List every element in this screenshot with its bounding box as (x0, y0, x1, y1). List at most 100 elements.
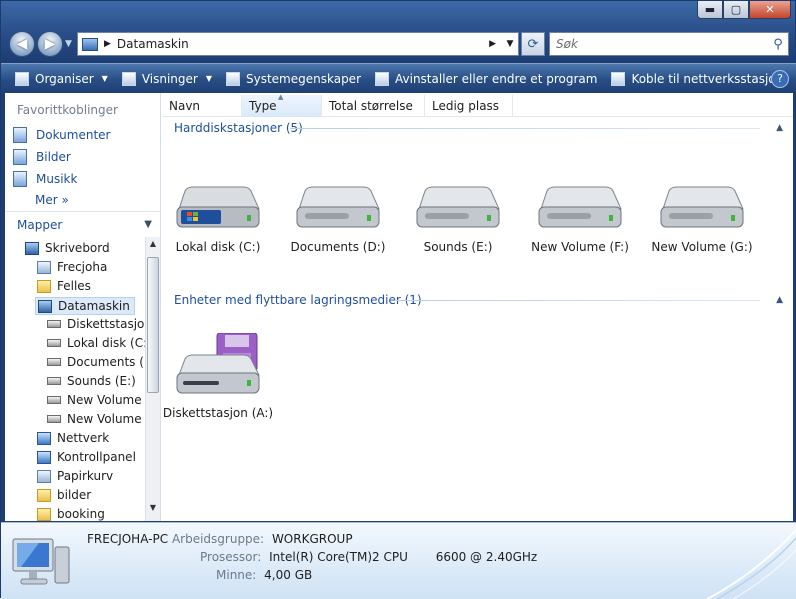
system-properties-icon (225, 71, 240, 86)
processor-row: Prosessor: Intel(R) Core(TM)2 CPU 6600 @… (200, 550, 537, 564)
system-properties-button[interactable]: Systemegenskaper (225, 71, 361, 86)
tree-item-folder-bilder[interactable]: bilder (37, 488, 91, 502)
search-placeholder[interactable]: Søk (556, 37, 768, 51)
drive-item-e[interactable]: Sounds (E:) (402, 185, 514, 254)
navigation-pane: Favorittkoblinger Dokumenter Bilder Musi… (5, 93, 161, 521)
tree-item-floppy[interactable]: Diskettstasjon (47, 317, 145, 331)
organise-button[interactable]: Organiser ▼ (15, 71, 108, 86)
drive-item-g[interactable]: New Volume (G:) (646, 185, 758, 254)
search-input[interactable]: Søk ⚲ (549, 32, 789, 56)
drive-item-f[interactable]: New Volume (F:) (524, 185, 636, 254)
details-pane: FRECJOHA-PC Arbeidsgruppe: WORKGROUP Pro… (1, 522, 796, 599)
drive-label: New Volume (F:) (531, 240, 629, 254)
network-icon (37, 431, 51, 445)
tree-item-drive-d[interactable]: Documents (D (47, 355, 145, 369)
address-bar[interactable]: ▶ Datamaskin ▶ ▼ (77, 32, 519, 56)
column-name[interactable]: Navn (162, 95, 242, 117)
maximize-button[interactable]: ▢ (723, 1, 749, 19)
collapse-group-icon[interactable]: ▲ (776, 295, 783, 305)
tree-item-drive-g[interactable]: New Volume ( (47, 412, 145, 426)
tree-label: Diskettstasjon (67, 317, 145, 331)
group-divider (290, 128, 760, 129)
content-area: Favorittkoblinger Dokumenter Bilder Musi… (5, 93, 793, 521)
tree-item-user[interactable]: Frecjoha (37, 260, 107, 274)
drive-item-c[interactable]: Lokal disk (C:) (162, 185, 274, 254)
tree-scrollbar[interactable]: ▲ ▼ (145, 237, 160, 521)
map-network-drive-button[interactable]: Koble til nettverksstasjon (611, 71, 783, 86)
views-label: Visninger (141, 71, 198, 86)
tree-item-drive-e[interactable]: Sounds (E:) (47, 374, 136, 388)
back-button[interactable]: ◀ (9, 31, 35, 57)
search-icon[interactable]: ⚲ (768, 37, 788, 52)
processor-value: Intel(R) Core(TM)2 CPU (269, 550, 408, 564)
views-button[interactable]: Visninger ▼ (121, 71, 212, 86)
floppy-drive-icon (47, 320, 61, 328)
organise-icon (15, 71, 29, 86)
scroll-thumb[interactable] (147, 257, 159, 393)
hard-disk-icon (660, 186, 744, 228)
more-label: Mer (35, 193, 58, 207)
hard-disk-icon (416, 186, 500, 228)
folders-label: Mapper (17, 217, 63, 232)
tree-item-recycle-bin[interactable]: Papirkurv (37, 469, 113, 483)
organise-label: Organiser (35, 71, 94, 86)
drive-label: Diskettstasjon (A:) (162, 406, 274, 420)
help-icon[interactable]: ? (771, 70, 789, 88)
address-dropdown-icon[interactable]: ▼ (502, 39, 518, 49)
column-type[interactable]: ▲ Type (242, 93, 322, 117)
more-favorites-link[interactable]: Mer » (35, 193, 69, 207)
tree-label: Kontrollpanel (57, 450, 136, 464)
tree-item-drive-f[interactable]: New Volume ( (47, 393, 145, 407)
tree-item-desktop[interactable]: Skrivebord (25, 241, 110, 255)
hard-disk-icon (538, 186, 622, 228)
close-button[interactable]: ✕ (749, 1, 791, 19)
tree-label: Felles (57, 279, 91, 293)
minimize-button[interactable]: ▬ (697, 1, 723, 19)
hard-disk-icon (296, 186, 380, 228)
folder-icon (37, 279, 51, 293)
group-hard-disks-header[interactable]: Harddiskstasjoner (5) (174, 121, 303, 135)
breadcrumb-arrow-icon[interactable]: ▶ (489, 39, 496, 49)
breadcrumb-arrow-icon[interactable]: ▶ (104, 39, 111, 49)
tree-item-control-panel[interactable]: Kontrollpanel (37, 450, 136, 464)
drive-label: Sounds (E:) (423, 240, 493, 254)
explorer-window: ▬ ▢ ✕ ◀ ▶ ▼ ▶ Datamaskin ▶ ▼ ⟳ Søk ⚲ Org… (0, 0, 796, 599)
scroll-down-icon[interactable]: ▼ (146, 503, 160, 519)
hard-disk-icon (47, 358, 61, 366)
system-properties-label: Systemegenskaper (245, 71, 361, 86)
group-label: Harddiskstasjoner (5) (174, 121, 303, 135)
favorite-documents[interactable]: Dokumenter (13, 127, 110, 143)
favorite-music[interactable]: Musikk (13, 171, 77, 187)
drive-item-a[interactable]: Diskettstasjon (A:) (162, 332, 274, 420)
tree-item-public[interactable]: Felles (37, 279, 91, 293)
tree-label: Nettverk (57, 431, 110, 445)
recent-pages-dropdown-icon[interactable]: ▼ (65, 39, 72, 49)
scroll-up-icon[interactable]: ▲ (146, 239, 160, 255)
title-bar: ▬ ▢ ✕ (1, 1, 796, 27)
favorite-pictures[interactable]: Bilder (13, 149, 71, 165)
column-label: Navn (169, 99, 201, 113)
address-text[interactable]: Datamaskin (117, 37, 483, 51)
collapse-group-icon[interactable]: ▲ (776, 123, 783, 133)
drive-item-d[interactable]: Documents (D:) (282, 185, 394, 254)
column-label: Type (249, 99, 277, 113)
tree-label: Papirkurv (57, 469, 114, 483)
forward-button[interactable]: ▶ (37, 31, 63, 57)
drive-label: Lokal disk (C:) (175, 240, 261, 254)
tree-item-network[interactable]: Nettverk (37, 431, 109, 445)
refresh-icon[interactable]: ⟳ (521, 32, 545, 56)
tree-item-drive-c[interactable]: Lokal disk (C:) (47, 336, 145, 350)
column-free-space[interactable]: Ledig plass (425, 95, 513, 117)
column-total-size[interactable]: Total størrelse (322, 95, 425, 117)
command-bar: Organiser ▼ Visninger ▼ Systemegenskaper… (1, 63, 796, 93)
tree-item-folder-booking[interactable]: booking (37, 507, 105, 521)
folders-header[interactable]: Mapper ▼ (5, 211, 160, 237)
tree-label: Sounds (E:) (67, 374, 136, 388)
tree-label: Lokal disk (C:) (67, 336, 145, 350)
drive-label: Documents (D:) (290, 240, 386, 254)
uninstall-program-button[interactable]: Avinstaller eller endre et program (375, 71, 597, 86)
group-removable-header[interactable]: Enheter med flyttbare lagringsmedier (1) (174, 293, 422, 307)
hard-disk-icon (47, 396, 61, 404)
folder-icon (37, 507, 51, 521)
tree-item-computer[interactable]: Datamaskin (35, 297, 135, 315)
